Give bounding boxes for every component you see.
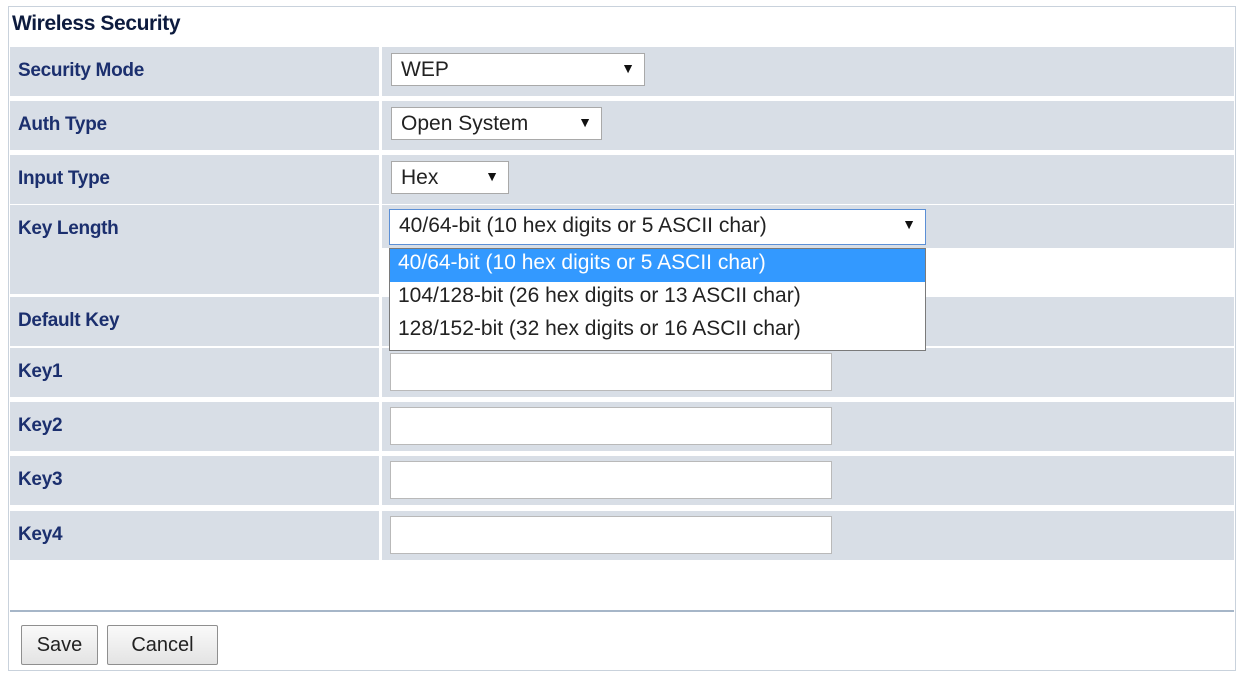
security-mode-label: Security Mode bbox=[18, 60, 144, 81]
input-type-select[interactable]: Hex ▼ bbox=[391, 161, 509, 194]
key-length-value: 40/64-bit (10 hex digits or 5 ASCII char… bbox=[399, 214, 767, 237]
key4-row: Key4 bbox=[10, 511, 1234, 560]
key4-label: Key4 bbox=[18, 524, 63, 545]
key2-label: Key2 bbox=[18, 415, 63, 436]
default-key-label: Default Key bbox=[18, 310, 120, 331]
key2-input[interactable] bbox=[390, 407, 832, 445]
label-cell: Auth Type bbox=[10, 101, 379, 150]
auth-type-value: Open System bbox=[401, 112, 529, 135]
label-cell: Input Type bbox=[10, 155, 379, 204]
label-cell: Security Mode bbox=[10, 47, 379, 96]
auth-type-label: Auth Type bbox=[18, 114, 107, 135]
key1-label: Key1 bbox=[18, 361, 63, 382]
key3-row: Key3 bbox=[10, 456, 1234, 505]
key4-input[interactable] bbox=[390, 516, 832, 554]
input-type-label: Input Type bbox=[18, 168, 110, 189]
security-mode-select[interactable]: WEP ▼ bbox=[391, 53, 645, 86]
save-button[interactable]: Save bbox=[21, 625, 98, 665]
key2-row: Key2 bbox=[10, 402, 1234, 451]
footer-divider bbox=[10, 610, 1234, 612]
key-length-option-128-152[interactable]: 128/152-bit (32 hex digits or 16 ASCII c… bbox=[390, 315, 925, 348]
chevron-down-icon: ▼ bbox=[902, 216, 916, 232]
label-cell: Key4 bbox=[10, 511, 379, 560]
auth-type-row: Auth Type Open System ▼ bbox=[10, 101, 1234, 150]
input-type-value: Hex bbox=[401, 166, 439, 189]
auth-type-select[interactable]: Open System ▼ bbox=[391, 107, 602, 140]
label-cell: Key2 bbox=[10, 402, 379, 451]
section-title: Wireless Security bbox=[12, 12, 181, 35]
security-mode-value: WEP bbox=[401, 58, 449, 81]
key1-row: Key1 bbox=[10, 348, 1234, 397]
label-cell: Default Key bbox=[10, 297, 379, 346]
label-cell: Key1 bbox=[10, 348, 379, 397]
key3-label: Key3 bbox=[18, 469, 63, 490]
cancel-button[interactable]: Cancel bbox=[107, 625, 218, 665]
security-mode-row: Security Mode WEP ▼ bbox=[10, 47, 1234, 96]
key-length-select[interactable]: 40/64-bit (10 hex digits or 5 ASCII char… bbox=[389, 209, 926, 245]
key1-input[interactable] bbox=[390, 353, 832, 391]
label-cell: Key Length bbox=[10, 205, 379, 294]
key-length-options-list: 40/64-bit (10 hex digits or 5 ASCII char… bbox=[389, 248, 926, 351]
key-length-option-40-64[interactable]: 40/64-bit (10 hex digits or 5 ASCII char… bbox=[390, 249, 925, 282]
chevron-down-icon: ▼ bbox=[485, 168, 499, 184]
value-cell bbox=[382, 155, 1234, 204]
key-length-option-104-128[interactable]: 104/128-bit (26 hex digits or 13 ASCII c… bbox=[390, 282, 925, 315]
key3-input[interactable] bbox=[390, 461, 832, 499]
label-cell: Key3 bbox=[10, 456, 379, 505]
key-length-label: Key Length bbox=[18, 218, 119, 239]
chevron-down-icon: ▼ bbox=[621, 60, 635, 76]
input-type-row: Input Type Hex ▼ bbox=[10, 155, 1234, 204]
chevron-down-icon: ▼ bbox=[578, 114, 592, 130]
